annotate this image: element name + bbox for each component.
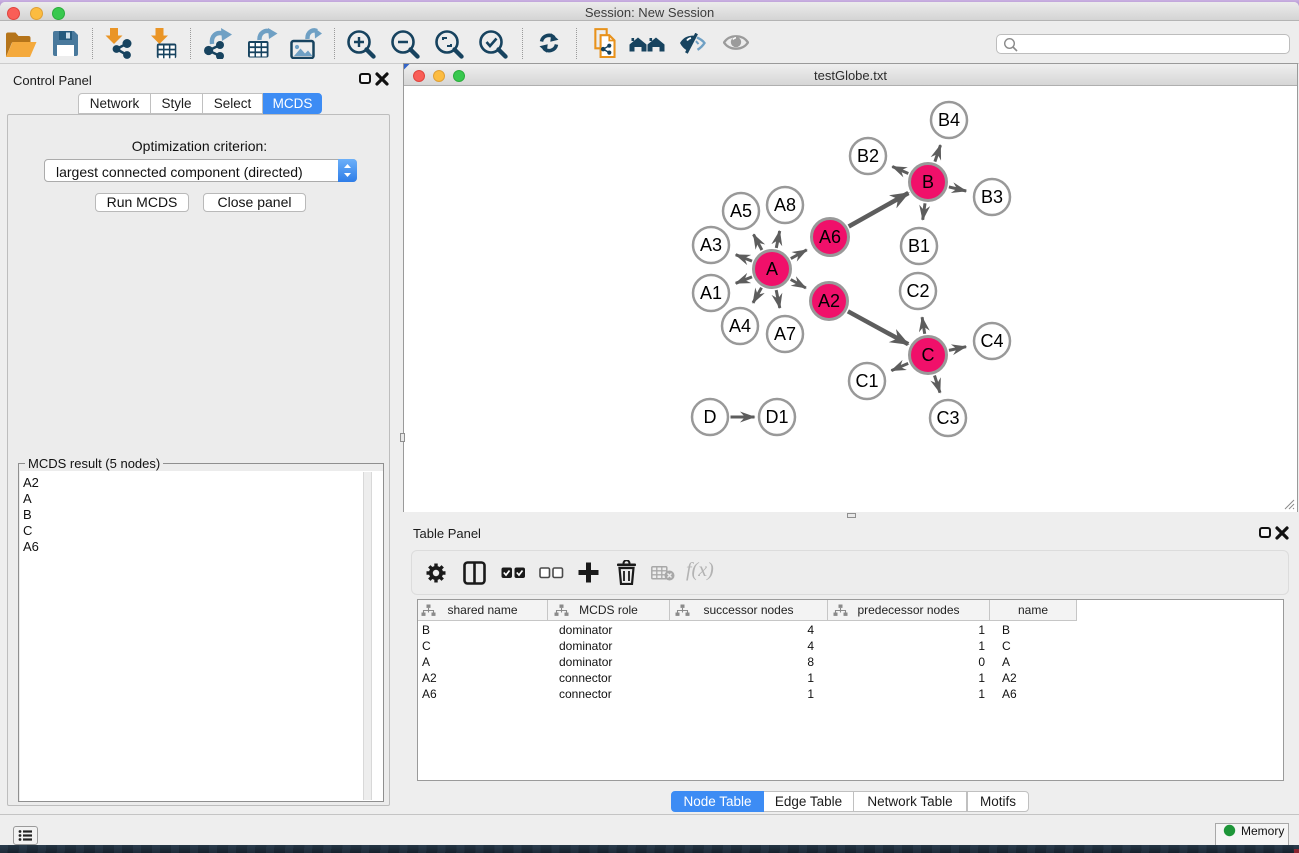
svg-text:B3: B3 (981, 187, 1003, 207)
svg-text:A8: A8 (774, 195, 796, 215)
svg-text:B1: B1 (908, 236, 930, 256)
svg-text:A3: A3 (700, 235, 722, 255)
svg-text:B4: B4 (938, 110, 960, 130)
svg-text:A2: A2 (818, 291, 840, 311)
svg-text:C1: C1 (855, 371, 878, 391)
svg-text:A7: A7 (774, 324, 796, 344)
svg-text:C4: C4 (980, 331, 1003, 351)
svg-text:D1: D1 (765, 407, 788, 427)
svg-text:B2: B2 (857, 146, 879, 166)
svg-text:A5: A5 (730, 201, 752, 221)
svg-text:A4: A4 (729, 316, 751, 336)
svg-text:A: A (766, 259, 778, 279)
svg-text:A1: A1 (700, 283, 722, 303)
svg-text:C3: C3 (936, 408, 959, 428)
svg-text:C: C (922, 345, 935, 365)
svg-text:D: D (704, 407, 717, 427)
svg-text:B: B (922, 172, 934, 192)
svg-text:A6: A6 (819, 227, 841, 247)
svg-text:C2: C2 (906, 281, 929, 301)
